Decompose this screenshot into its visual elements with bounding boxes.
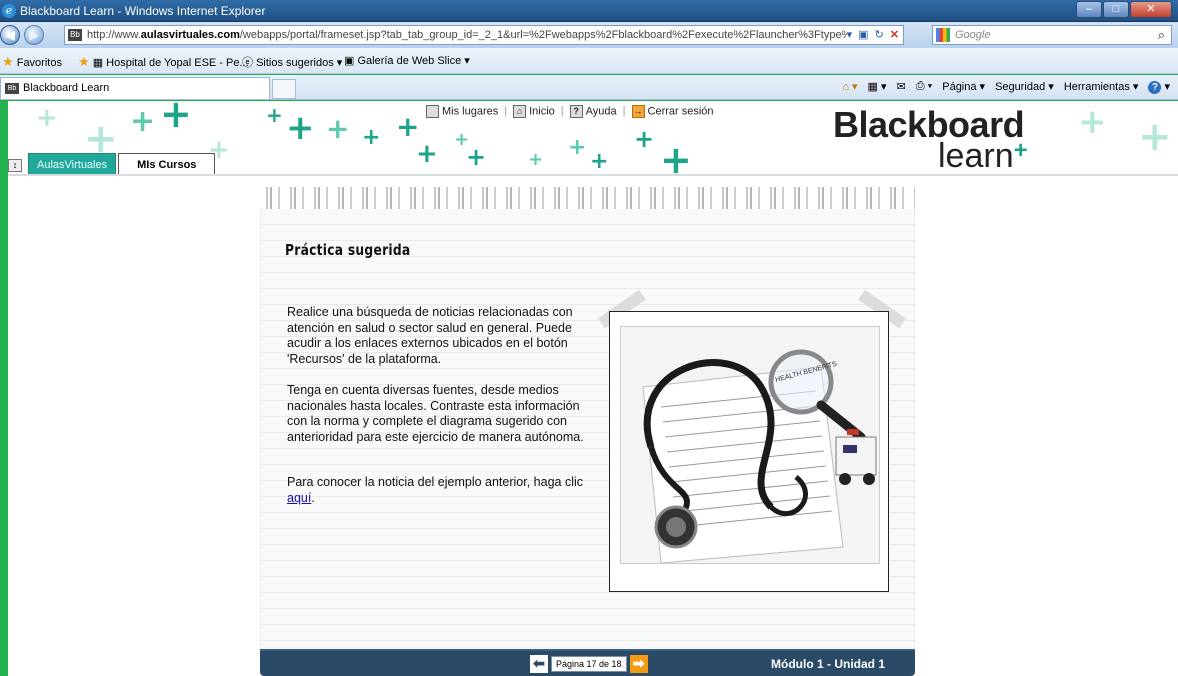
tab-favicon-icon: Bb (5, 83, 19, 94)
lesson-notebook: Práctica sugerida Realice una búsqueda d… (260, 187, 915, 676)
refresh-icon[interactable]: ↻ (875, 28, 884, 41)
tab-mis-cursos[interactable]: MIs Cursos (118, 153, 216, 174)
site-favicon-icon: Bb (68, 29, 82, 41)
home-icon: ⌂ (513, 105, 527, 118)
ayuda-link[interactable]: ? Ayuda (569, 105, 617, 118)
tab-bar: Bb Blackboard Learn ⌂ ▾ ▦ ▾ ✉ ⎙ ▾ Página… (0, 75, 1178, 100)
page-menu[interactable]: Página ▾ (942, 80, 985, 94)
pager: ⬅ Página 17 de 18 ➡ (530, 655, 648, 673)
address-input[interactable]: Bb http://www.aulasvirtuales.com/webapps… (64, 25, 904, 45)
star-icon: ★ (2, 54, 14, 69)
minimize-button[interactable]: – (1076, 1, 1102, 18)
address-toolbar: ◀ ▶ Bb http://www.aulasvirtuales.com/web… (0, 22, 1178, 48)
compatibility-view-icon[interactable]: ▣ (858, 28, 868, 41)
fav-item-hospital[interactable]: ★ ▦ Hospital de Yopal ESE - Pe... (78, 54, 249, 70)
bb-top-links: Mis lugares | ⌂ Inicio | ? Ayuda | → Cerrar… (426, 105, 714, 118)
page-indicator: Página 17 de 18 (551, 656, 627, 672)
stop-icon[interactable]: ✕ (890, 28, 899, 41)
toggle-menu-icon[interactable]: ↕ (8, 159, 22, 172)
help-icon: ? (569, 105, 583, 118)
lesson-paragraph-1: Realice una búsqueda de noticias relacio… (287, 305, 573, 366)
home-icon[interactable]: ⌂ ▾ (842, 80, 857, 94)
forward-arrow-icon[interactable]: ▶ (24, 25, 44, 45)
cerrar-sesion-link[interactable]: → Cerrar sesión (631, 105, 714, 118)
print-icon[interactable]: ⎙ ▾ (916, 80, 932, 94)
content-area: Práctica sugerida Realice una búsqueda d… (8, 177, 1178, 676)
google-logo-icon (936, 28, 950, 42)
image-frame: HEALTH BENEFITS (609, 311, 889, 592)
bb-header: + + + + + + + + + + + + + + + + + + + + … (8, 101, 1178, 176)
dropdown-arrow-icon[interactable]: ▾ (847, 28, 853, 41)
new-tab-button[interactable] (272, 79, 296, 99)
command-bar: ⌂ ▾ ▦ ▾ ✉ ⎙ ▾ Página ▾ Seguridad ▾ Herra… (842, 80, 1170, 94)
favorites-bar: ★ Favoritos ★ ▦ Hospital de Yopal ESE - … (0, 48, 1178, 74)
module-label: Módulo 1 - Unidad 1 (771, 657, 885, 671)
window-title: Blackboard Learn - Windows Internet Expl… (20, 4, 266, 18)
inicio-link[interactable]: ⌂ Inicio (513, 105, 555, 118)
learn-logo: learn+ (938, 137, 1028, 175)
stethoscope-photo: HEALTH BENEFITS (620, 326, 880, 564)
fav-item-galeria[interactable]: ▣ Galería de Web Slice ▾ (344, 54, 470, 67)
feeds-icon[interactable]: ▦ ▾ (868, 80, 887, 94)
url-text: http://www.aulasvirtuales.com/webapps/po… (87, 29, 847, 41)
prev-page-button[interactable]: ⬅ (530, 655, 548, 673)
search-input[interactable]: Google ⌕ (932, 25, 1172, 45)
add-favorite-icon: ★ (78, 54, 90, 69)
plus-icon: + (1013, 137, 1028, 164)
fav-item-sitios[interactable]: ⓔ Sitios sugeridos ▾ (242, 54, 342, 70)
notebook-page: Práctica sugerida Realice una búsqueda d… (260, 209, 915, 649)
lesson-paragraph-3: Para conocer la noticia del ejemplo ante… (287, 475, 584, 505)
tab-blackboard-learn[interactable]: Bb Blackboard Learn (0, 77, 270, 99)
ie-logo-icon: e (2, 4, 16, 18)
help-icon[interactable]: ? ▾ (1148, 80, 1170, 94)
person-icon (426, 105, 439, 118)
lesson-heading: Práctica sugerida (285, 241, 411, 259)
bb-tabs: ↕ AulasVirtuales MIs Cursos (8, 153, 216, 174)
lesson-paragraph-2: Tenga en cuenta diversas fuentes, desde … (287, 383, 584, 444)
lesson-footer: ⬅ Página 17 de 18 ➡ Módulo 1 - Unidad 1 (260, 649, 915, 676)
browser-viewport: + + + + + + + + + + + + + + + + + + + + … (8, 101, 1178, 676)
maximize-button[interactable]: □ (1103, 1, 1129, 18)
back-arrow-icon[interactable]: ◀ (0, 25, 20, 45)
mail-icon[interactable]: ✉ (897, 80, 906, 94)
tab-aulasvirtuales[interactable]: AulasVirtuales (28, 153, 117, 174)
window-titlebar: e Blackboard Learn - Windows Internet Ex… (0, 0, 1178, 22)
mis-lugares-link[interactable]: Mis lugares (426, 105, 498, 118)
aqui-link[interactable]: aquí (287, 491, 311, 505)
favorites-button[interactable]: ★ Favoritos (2, 54, 62, 70)
next-page-button[interactable]: ➡ (629, 655, 648, 673)
logout-icon: → (631, 105, 645, 118)
security-menu[interactable]: Seguridad ▾ (995, 80, 1054, 94)
search-icon[interactable]: ⌕ (1158, 27, 1165, 43)
tools-menu[interactable]: Herramientas ▾ (1064, 80, 1139, 94)
close-button[interactable]: ✕ (1130, 1, 1172, 18)
window-controls: – □ ✕ (1076, 1, 1172, 18)
